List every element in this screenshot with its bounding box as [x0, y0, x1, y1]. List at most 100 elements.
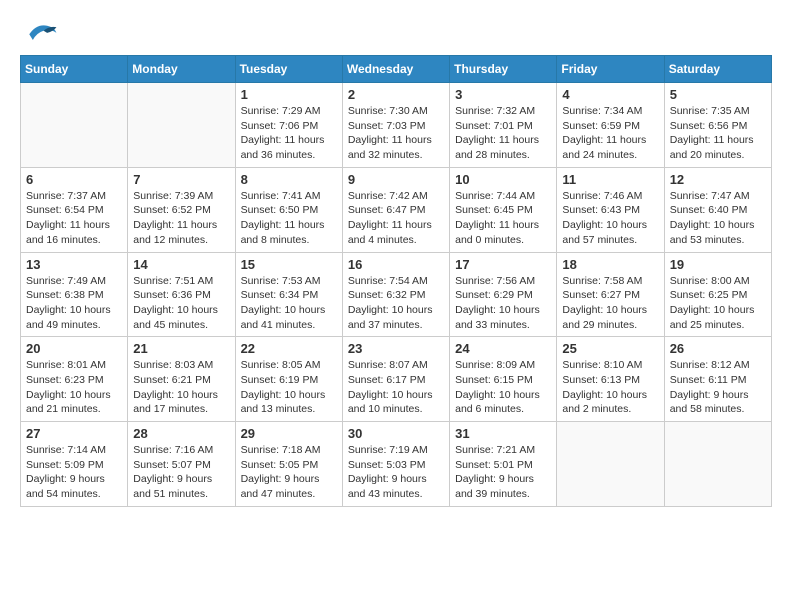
day-number: 15 [241, 257, 337, 272]
day-info: Sunrise: 7:42 AM Sunset: 6:47 PM Dayligh… [348, 189, 444, 248]
day-number: 10 [455, 172, 551, 187]
calendar-week-row: 20Sunrise: 8:01 AM Sunset: 6:23 PM Dayli… [21, 337, 772, 422]
calendar-cell: 23 Sunrise: 8:07 AM Sunset: 6:17 PM Dayli… [342, 337, 449, 422]
calendar-cell: 21Sunrise: 8:03 AM Sunset: 6:21 PM Dayli… [128, 337, 235, 422]
day-number: 22 [241, 341, 337, 356]
day-info: Sunrise: 7:44 AM Sunset: 6:45 PM Dayligh… [455, 189, 551, 248]
calendar-header-friday: Friday [557, 56, 664, 83]
day-info: Sunrise: 7:41 AM Sunset: 6:50 PM Dayligh… [241, 189, 337, 248]
day-info: Sunrise: 8:10 AM Sunset: 6:13 PM Dayligh… [562, 358, 658, 417]
calendar-cell: 16 Sunrise: 7:54 AM Sunset: 6:32 PM Dayli… [342, 252, 449, 337]
day-number: 8 [241, 172, 337, 187]
day-info: Sunrise: 7:56 AM Sunset: 6:29 PM Dayligh… [455, 274, 551, 333]
calendar-cell: 2 Sunrise: 7:30 AM Sunset: 7:03 PM Daylig… [342, 83, 449, 168]
calendar-cell [21, 83, 128, 168]
day-info: Sunrise: 7:54 AM Sunset: 6:32 PM Dayligh… [348, 274, 444, 333]
day-info: Sunrise: 7:16 AM Sunset: 5:07 PM Dayligh… [133, 443, 229, 502]
day-number: 7 [133, 172, 229, 187]
logo-icon [20, 20, 60, 45]
day-number: 16 [348, 257, 444, 272]
day-info: Sunrise: 7:35 AM Sunset: 6:56 PM Dayligh… [670, 104, 766, 163]
day-number: 17 [455, 257, 551, 272]
day-number: 1 [241, 87, 337, 102]
day-info: Sunrise: 7:39 AM Sunset: 6:52 PM Dayligh… [133, 189, 229, 248]
calendar-cell: 20Sunrise: 8:01 AM Sunset: 6:23 PM Dayli… [21, 337, 128, 422]
calendar-header-tuesday: Tuesday [235, 56, 342, 83]
calendar-cell: 24 Sunrise: 8:09 AM Sunset: 6:15 PM Dayli… [450, 337, 557, 422]
calendar-cell: 31 Sunrise: 7:21 AM Sunset: 5:01 PM Dayli… [450, 422, 557, 507]
calendar-cell: 28 Sunrise: 7:16 AM Sunset: 5:07 PM Dayli… [128, 422, 235, 507]
calendar-header-saturday: Saturday [664, 56, 771, 83]
day-number: 31 [455, 426, 551, 441]
day-number: 12 [670, 172, 766, 187]
calendar-cell: 4 Sunrise: 7:34 AM Sunset: 6:59 PM Daylig… [557, 83, 664, 168]
day-info: Sunrise: 7:46 AM Sunset: 6:43 PM Dayligh… [562, 189, 658, 248]
day-number: 19 [670, 257, 766, 272]
day-number: 3 [455, 87, 551, 102]
calendar-week-row: 1 Sunrise: 7:29 AM Sunset: 7:06 PM Daylig… [21, 83, 772, 168]
day-info: Sunrise: 7:32 AM Sunset: 7:01 PM Dayligh… [455, 104, 551, 163]
calendar-cell: 12Sunrise: 7:47 AM Sunset: 6:40 PM Dayli… [664, 167, 771, 252]
day-number: 29 [241, 426, 337, 441]
calendar-cell: 17 Sunrise: 7:56 AM Sunset: 6:29 PM Dayli… [450, 252, 557, 337]
day-info: Sunrise: 7:49 AM Sunset: 6:38 PM Dayligh… [26, 274, 122, 333]
calendar-cell: 10 Sunrise: 7:44 AM Sunset: 6:45 PM Dayli… [450, 167, 557, 252]
day-number: 14 [133, 257, 229, 272]
day-number: 5 [670, 87, 766, 102]
calendar-cell [664, 422, 771, 507]
day-info: Sunrise: 8:09 AM Sunset: 6:15 PM Dayligh… [455, 358, 551, 417]
day-number: 25 [562, 341, 658, 356]
day-number: 6 [26, 172, 122, 187]
calendar-cell: 13 Sunrise: 7:49 AM Sunset: 6:38 PM Dayli… [21, 252, 128, 337]
calendar-week-row: 27 Sunrise: 7:14 AM Sunset: 5:09 PM Dayli… [21, 422, 772, 507]
calendar-cell: 8 Sunrise: 7:41 AM Sunset: 6:50 PM Daylig… [235, 167, 342, 252]
day-info: Sunrise: 7:53 AM Sunset: 6:34 PM Dayligh… [241, 274, 337, 333]
calendar-header-monday: Monday [128, 56, 235, 83]
day-info: Sunrise: 8:05 AM Sunset: 6:19 PM Dayligh… [241, 358, 337, 417]
calendar-cell: 15 Sunrise: 7:53 AM Sunset: 6:34 PM Dayli… [235, 252, 342, 337]
day-number: 18 [562, 257, 658, 272]
day-info: Sunrise: 8:12 AM Sunset: 6:11 PM Dayligh… [670, 358, 766, 417]
page-header [20, 20, 772, 45]
calendar-cell: 26 Sunrise: 8:12 AM Sunset: 6:11 PM Dayli… [664, 337, 771, 422]
day-info: Sunrise: 7:29 AM Sunset: 7:06 PM Dayligh… [241, 104, 337, 163]
day-info: Sunrise: 8:07 AM Sunset: 6:17 PM Dayligh… [348, 358, 444, 417]
day-info: Sunrise: 7:51 AM Sunset: 6:36 PM Dayligh… [133, 274, 229, 333]
calendar-cell: 30 Sunrise: 7:19 AM Sunset: 5:03 PM Dayli… [342, 422, 449, 507]
calendar-cell: 18 Sunrise: 7:58 AM Sunset: 6:27 PM Dayli… [557, 252, 664, 337]
day-number: 24 [455, 341, 551, 356]
calendar-week-row: 6 Sunrise: 7:37 AM Sunset: 6:54 PM Daylig… [21, 167, 772, 252]
day-info: Sunrise: 7:30 AM Sunset: 7:03 PM Dayligh… [348, 104, 444, 163]
calendar-header-thursday: Thursday [450, 56, 557, 83]
calendar-body: 1 Sunrise: 7:29 AM Sunset: 7:06 PM Daylig… [21, 83, 772, 507]
day-number: 30 [348, 426, 444, 441]
day-info: Sunrise: 8:03 AM Sunset: 6:21 PM Dayligh… [133, 358, 229, 417]
calendar-cell: 25 Sunrise: 8:10 AM Sunset: 6:13 PM Dayli… [557, 337, 664, 422]
calendar-week-row: 13 Sunrise: 7:49 AM Sunset: 6:38 PM Dayli… [21, 252, 772, 337]
day-number: 28 [133, 426, 229, 441]
day-info: Sunrise: 7:37 AM Sunset: 6:54 PM Dayligh… [26, 189, 122, 248]
calendar-table: SundayMondayTuesdayWednesdayThursdayFrid… [20, 55, 772, 507]
calendar-cell [128, 83, 235, 168]
calendar-header-wednesday: Wednesday [342, 56, 449, 83]
day-info: Sunrise: 8:00 AM Sunset: 6:25 PM Dayligh… [670, 274, 766, 333]
day-number: 20 [26, 341, 122, 356]
calendar-cell: 5 Sunrise: 7:35 AM Sunset: 6:56 PM Daylig… [664, 83, 771, 168]
day-info: Sunrise: 7:58 AM Sunset: 6:27 PM Dayligh… [562, 274, 658, 333]
calendar-cell [557, 422, 664, 507]
day-number: 4 [562, 87, 658, 102]
day-number: 11 [562, 172, 658, 187]
day-number: 9 [348, 172, 444, 187]
day-number: 26 [670, 341, 766, 356]
day-info: Sunrise: 7:14 AM Sunset: 5:09 PM Dayligh… [26, 443, 122, 502]
day-info: Sunrise: 7:34 AM Sunset: 6:59 PM Dayligh… [562, 104, 658, 163]
day-info: Sunrise: 7:21 AM Sunset: 5:01 PM Dayligh… [455, 443, 551, 502]
day-info: Sunrise: 7:18 AM Sunset: 5:05 PM Dayligh… [241, 443, 337, 502]
day-number: 23 [348, 341, 444, 356]
day-number: 2 [348, 87, 444, 102]
calendar-cell: 11 Sunrise: 7:46 AM Sunset: 6:43 PM Dayli… [557, 167, 664, 252]
calendar-cell: 3 Sunrise: 7:32 AM Sunset: 7:01 PM Daylig… [450, 83, 557, 168]
day-number: 13 [26, 257, 122, 272]
day-number: 27 [26, 426, 122, 441]
day-info: Sunrise: 7:19 AM Sunset: 5:03 PM Dayligh… [348, 443, 444, 502]
